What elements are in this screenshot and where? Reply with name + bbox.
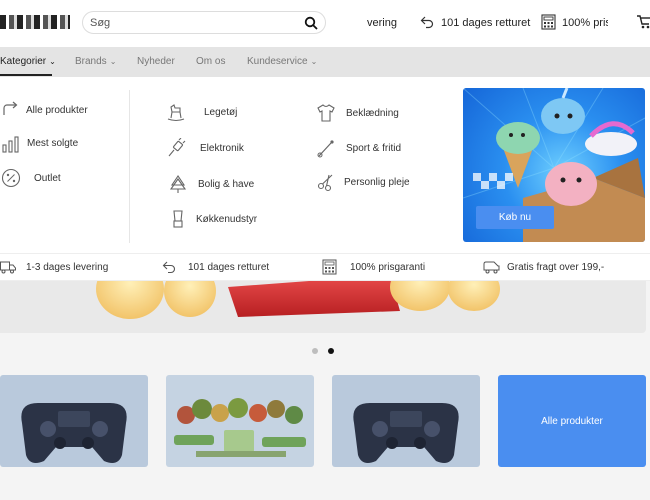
topbar-price-text: 100% prisga bbox=[562, 17, 608, 29]
usp-free-shipping: Gratis fragt over 199,- bbox=[507, 262, 605, 273]
top-bar: vering 101 dages retturet 100% prisga bbox=[0, 0, 650, 47]
search-input[interactable] bbox=[90, 15, 290, 31]
main-nav: Kategorier ⌄ Brands ⌄ Nyheder Om os Kundes… bbox=[0, 47, 650, 77]
menu-legetoj[interactable]: Legetøj bbox=[204, 107, 237, 118]
truck-icon bbox=[0, 261, 16, 274]
plug-icon bbox=[168, 138, 186, 157]
product-tile-controller-2[interactable] bbox=[332, 375, 480, 467]
hero-image bbox=[96, 281, 500, 319]
active-nav-underline bbox=[0, 74, 52, 76]
menu-personlig-pleje[interactable]: Personlig pleje bbox=[344, 177, 410, 188]
vegetables-image bbox=[174, 398, 306, 457]
carousel-dot[interactable] bbox=[312, 348, 318, 354]
calculator-icon bbox=[322, 259, 337, 275]
chevron-down-icon: ⌄ bbox=[109, 57, 117, 66]
return-arrow-icon bbox=[420, 16, 434, 29]
menu-outlet[interactable]: Outlet bbox=[34, 173, 61, 184]
nav-kategorier[interactable]: Kategorier ⌄ bbox=[0, 56, 56, 67]
usp-bar: 1-3 dages levering 101 dages retturet 10… bbox=[0, 254, 650, 281]
buy-now-button[interactable]: Køb nu bbox=[476, 206, 554, 229]
nav-label: Brands bbox=[75, 56, 107, 67]
tree-icon bbox=[169, 175, 187, 193]
logo[interactable] bbox=[0, 15, 70, 29]
mega-menu: Alle produkter Mest solgte Outlet Legetø… bbox=[0, 77, 650, 254]
arrow-right-icon bbox=[3, 101, 18, 115]
topbar-return-text: 101 dages retturet bbox=[441, 17, 531, 29]
product-tile-kitchen[interactable] bbox=[166, 375, 314, 467]
nav-brands[interactable]: Brands ⌄ bbox=[75, 56, 116, 67]
nav-kundeservice[interactable]: Kundeservice ⌄ bbox=[247, 56, 317, 67]
carousel-dot-active[interactable] bbox=[328, 348, 334, 354]
usp-price-guarantee: 100% prisgaranti bbox=[350, 262, 426, 273]
topbar-delivery-text: vering bbox=[367, 17, 397, 29]
chevron-down-icon: ⌄ bbox=[49, 57, 56, 66]
sport-icon bbox=[317, 140, 334, 158]
product-tile-controller[interactable] bbox=[0, 375, 148, 467]
menu-best-sellers[interactable]: Mest solgte bbox=[27, 138, 78, 149]
usp-returns: 101 dages retturet bbox=[188, 262, 270, 273]
promo-banner[interactable]: Køb nu bbox=[463, 88, 645, 242]
chevron-down-icon: ⌄ bbox=[310, 57, 318, 66]
nav-label: Kategorier bbox=[0, 56, 47, 67]
hero-slide[interactable] bbox=[0, 281, 646, 333]
search-icon[interactable] bbox=[304, 16, 318, 30]
calculator-icon bbox=[541, 14, 556, 30]
cart-icon[interactable] bbox=[637, 15, 650, 29]
menu-all-products[interactable]: Alle produkter bbox=[26, 105, 88, 116]
nav-label: Kundeservice bbox=[247, 56, 308, 67]
menu-bolig-have[interactable]: Bolig & have bbox=[198, 179, 254, 190]
tshirt-icon bbox=[317, 104, 335, 122]
menu-divider bbox=[129, 90, 130, 243]
return-arrow-icon bbox=[162, 261, 176, 274]
usp-delivery: 1-3 dages levering bbox=[26, 262, 109, 273]
van-icon bbox=[483, 261, 500, 274]
gamepad-image bbox=[21, 403, 127, 463]
bar-chart-icon bbox=[2, 136, 19, 153]
menu-beklaedning[interactable]: Beklædning bbox=[346, 108, 399, 119]
menu-sport-fritid[interactable]: Sport & fritid bbox=[346, 143, 401, 154]
nav-om-os[interactable]: Om os bbox=[196, 56, 225, 67]
gamepad-image bbox=[353, 403, 459, 463]
blender-icon bbox=[173, 210, 183, 228]
search-box[interactable] bbox=[82, 11, 326, 34]
rocking-horse-icon bbox=[167, 104, 185, 122]
all-products-tile[interactable]: Alle produkter bbox=[498, 375, 646, 467]
nav-nyheder[interactable]: Nyheder bbox=[137, 56, 175, 67]
percent-icon bbox=[1, 168, 21, 188]
menu-elektronik[interactable]: Elektronik bbox=[200, 143, 244, 154]
menu-kokkenudstyr[interactable]: Køkkenudstyr bbox=[196, 214, 257, 225]
scissors-icon bbox=[317, 174, 333, 192]
